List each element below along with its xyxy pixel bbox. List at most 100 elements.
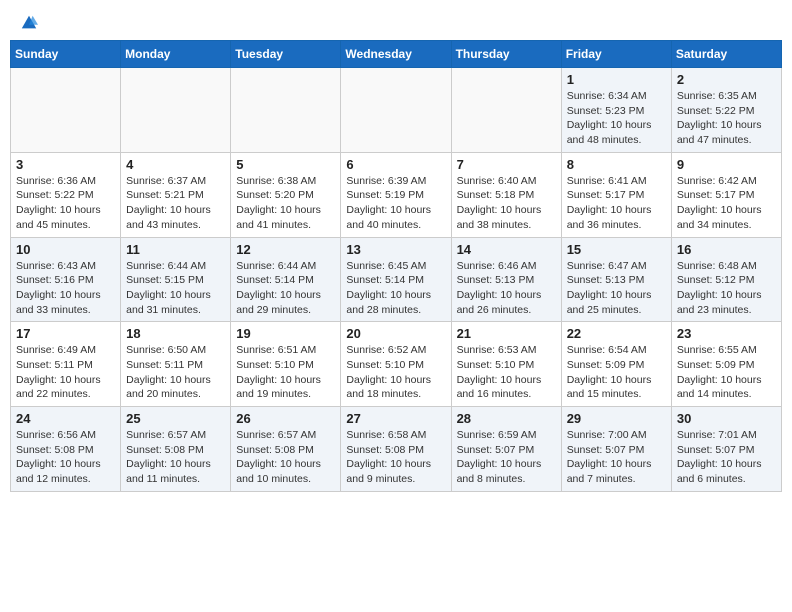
calendar-day-cell: 20 Sunrise: 6:52 AMSunset: 5:10 PMDayligh… — [341, 322, 451, 407]
day-number: 22 — [567, 326, 666, 341]
day-number: 14 — [457, 242, 556, 257]
calendar-day-cell: 19Sunrise: 6:51 AMSunset: 5:10 PMDayligh… — [231, 322, 341, 407]
day-number: 9 — [677, 157, 776, 172]
day-of-week-header: Friday — [561, 41, 671, 68]
day-number: 23 — [677, 326, 776, 341]
day-info: Sunrise: 6:42 AMSunset: 5:17 PMDaylight:… — [677, 174, 776, 233]
day-number: 10 — [16, 242, 115, 257]
calendar-day-cell: 18 Sunrise: 6:50 AMSunset: 5:11 PMDayligh… — [121, 322, 231, 407]
calendar-day-cell — [341, 68, 451, 153]
calendar-day-cell: 29 Sunrise: 7:00 AMSunset: 5:07 PMDayligh… — [561, 407, 671, 492]
day-info: Sunrise: 6:39 AMSunset: 5:19 PMDaylight:… — [346, 174, 445, 233]
day-info: Sunrise: 6:56 AMSunset: 5:08 PMDaylight:… — [16, 428, 115, 487]
day-number: 18 — [126, 326, 225, 341]
day-info: Sunrise: 6:44 AMSunset: 5:14 PMDaylight:… — [236, 259, 335, 318]
calendar-day-cell: 8 Sunrise: 6:41 AMSunset: 5:17 PMDaylight… — [561, 152, 671, 237]
day-info: Sunrise: 6:38 AMSunset: 5:20 PMDaylight:… — [236, 174, 335, 233]
day-number: 3 — [16, 157, 115, 172]
day-number: 17 — [16, 326, 115, 341]
day-info: Sunrise: 6:57 AMSunset: 5:08 PMDaylight:… — [126, 428, 225, 487]
day-number: 11 — [126, 242, 225, 257]
calendar-day-cell: 17 Sunrise: 6:49 AMSunset: 5:11 PMDayligh… — [11, 322, 121, 407]
day-number: 24 — [16, 411, 115, 426]
day-of-week-header: Monday — [121, 41, 231, 68]
calendar-day-cell: 21 Sunrise: 6:53 AMSunset: 5:10 PMDayligh… — [451, 322, 561, 407]
day-number: 15 — [567, 242, 666, 257]
day-number: 30 — [677, 411, 776, 426]
day-info: Sunrise: 6:48 AMSunset: 5:12 PMDaylight:… — [677, 259, 776, 318]
day-info: Sunrise: 6:45 AMSunset: 5:14 PMDaylight:… — [346, 259, 445, 318]
day-number: 1 — [567, 72, 666, 87]
day-number: 6 — [346, 157, 445, 172]
day-info: Sunrise: 6:46 AMSunset: 5:13 PMDaylight:… — [457, 259, 556, 318]
day-number: 26 — [236, 411, 335, 426]
day-number: 21 — [457, 326, 556, 341]
day-info: Sunrise: 6:49 AMSunset: 5:11 PMDaylight:… — [16, 343, 115, 402]
calendar-day-cell — [451, 68, 561, 153]
day-number: 13 — [346, 242, 445, 257]
calendar-day-cell — [121, 68, 231, 153]
day-number: 28 — [457, 411, 556, 426]
logo — [18, 14, 38, 28]
calendar-day-cell: 5 Sunrise: 6:38 AMSunset: 5:20 PMDaylight… — [231, 152, 341, 237]
calendar-day-cell: 9 Sunrise: 6:42 AMSunset: 5:17 PMDaylight… — [671, 152, 781, 237]
calendar-day-cell — [11, 68, 121, 153]
calendar-day-cell: 30 Sunrise: 7:01 AMSunset: 5:07 PMDayligh… — [671, 407, 781, 492]
calendar-day-cell: 2 Sunrise: 6:35 AMSunset: 5:22 PMDaylight… — [671, 68, 781, 153]
day-info: Sunrise: 7:01 AMSunset: 5:07 PMDaylight:… — [677, 428, 776, 487]
day-number: 5 — [236, 157, 335, 172]
day-of-week-header: Wednesday — [341, 41, 451, 68]
day-info: Sunrise: 6:50 AMSunset: 5:11 PMDaylight:… — [126, 343, 225, 402]
calendar-table: SundayMondayTuesdayWednesdayThursdayFrid… — [10, 40, 782, 492]
calendar-day-cell: 27Sunrise: 6:58 AMSunset: 5:08 PMDayligh… — [341, 407, 451, 492]
calendar-week-row: 17 Sunrise: 6:49 AMSunset: 5:11 PMDayligh… — [11, 322, 782, 407]
day-info: Sunrise: 6:40 AMSunset: 5:18 PMDaylight:… — [457, 174, 556, 233]
calendar-week-row: 1Sunrise: 6:34 AMSunset: 5:23 PMDaylight… — [11, 68, 782, 153]
calendar-week-row: 3Sunrise: 6:36 AMSunset: 5:22 PMDaylight… — [11, 152, 782, 237]
calendar-header-row: SundayMondayTuesdayWednesdayThursdayFrid… — [11, 41, 782, 68]
day-info: Sunrise: 6:35 AMSunset: 5:22 PMDaylight:… — [677, 89, 776, 148]
calendar-day-cell: 14 Sunrise: 6:46 AMSunset: 5:13 PMDayligh… — [451, 237, 561, 322]
day-number: 7 — [457, 157, 556, 172]
day-number: 29 — [567, 411, 666, 426]
calendar-day-cell: 7 Sunrise: 6:40 AMSunset: 5:18 PMDaylight… — [451, 152, 561, 237]
day-info: Sunrise: 6:59 AMSunset: 5:07 PMDaylight:… — [457, 428, 556, 487]
day-info: Sunrise: 6:47 AMSunset: 5:13 PMDaylight:… — [567, 259, 666, 318]
day-number: 16 — [677, 242, 776, 257]
calendar-day-cell: 13 Sunrise: 6:45 AMSunset: 5:14 PMDayligh… — [341, 237, 451, 322]
calendar-day-cell — [231, 68, 341, 153]
day-info: Sunrise: 6:54 AMSunset: 5:09 PMDaylight:… — [567, 343, 666, 402]
day-info: Sunrise: 6:41 AMSunset: 5:17 PMDaylight:… — [567, 174, 666, 233]
day-info: Sunrise: 6:57 AMSunset: 5:08 PMDaylight:… — [236, 428, 335, 487]
day-number: 8 — [567, 157, 666, 172]
calendar-day-cell: 24 Sunrise: 6:56 AMSunset: 5:08 PMDayligh… — [11, 407, 121, 492]
calendar-day-cell: 26 Sunrise: 6:57 AMSunset: 5:08 PMDayligh… — [231, 407, 341, 492]
calendar-day-cell: 16 Sunrise: 6:48 AMSunset: 5:12 PMDayligh… — [671, 237, 781, 322]
day-info: Sunrise: 7:00 AMSunset: 5:07 PMDaylight:… — [567, 428, 666, 487]
day-number: 12 — [236, 242, 335, 257]
calendar-day-cell: 23 Sunrise: 6:55 AMSunset: 5:09 PMDayligh… — [671, 322, 781, 407]
day-of-week-header: Sunday — [11, 41, 121, 68]
page-header — [10, 10, 782, 32]
calendar-day-cell: 15 Sunrise: 6:47 AMSunset: 5:13 PMDayligh… — [561, 237, 671, 322]
day-number: 2 — [677, 72, 776, 87]
day-info: Sunrise: 6:44 AMSunset: 5:15 PMDaylight:… — [126, 259, 225, 318]
day-of-week-header: Tuesday — [231, 41, 341, 68]
day-number: 4 — [126, 157, 225, 172]
logo-icon — [20, 14, 38, 32]
day-of-week-header: Saturday — [671, 41, 781, 68]
calendar-week-row: 24 Sunrise: 6:56 AMSunset: 5:08 PMDayligh… — [11, 407, 782, 492]
day-info: Sunrise: 6:55 AMSunset: 5:09 PMDaylight:… — [677, 343, 776, 402]
day-info: Sunrise: 6:43 AMSunset: 5:16 PMDaylight:… — [16, 259, 115, 318]
day-number: 25 — [126, 411, 225, 426]
day-of-week-header: Thursday — [451, 41, 561, 68]
calendar-day-cell: 1Sunrise: 6:34 AMSunset: 5:23 PMDaylight… — [561, 68, 671, 153]
calendar-day-cell: 12 Sunrise: 6:44 AMSunset: 5:14 PMDayligh… — [231, 237, 341, 322]
calendar-day-cell: 10 Sunrise: 6:43 AMSunset: 5:16 PMDayligh… — [11, 237, 121, 322]
calendar-day-cell: 3Sunrise: 6:36 AMSunset: 5:22 PMDaylight… — [11, 152, 121, 237]
calendar-day-cell: 6 Sunrise: 6:39 AMSunset: 5:19 PMDaylight… — [341, 152, 451, 237]
day-number: 20 — [346, 326, 445, 341]
calendar-day-cell: 28 Sunrise: 6:59 AMSunset: 5:07 PMDayligh… — [451, 407, 561, 492]
day-info: Sunrise: 6:52 AMSunset: 5:10 PMDaylight:… — [346, 343, 445, 402]
day-info: Sunrise: 6:53 AMSunset: 5:10 PMDaylight:… — [457, 343, 556, 402]
